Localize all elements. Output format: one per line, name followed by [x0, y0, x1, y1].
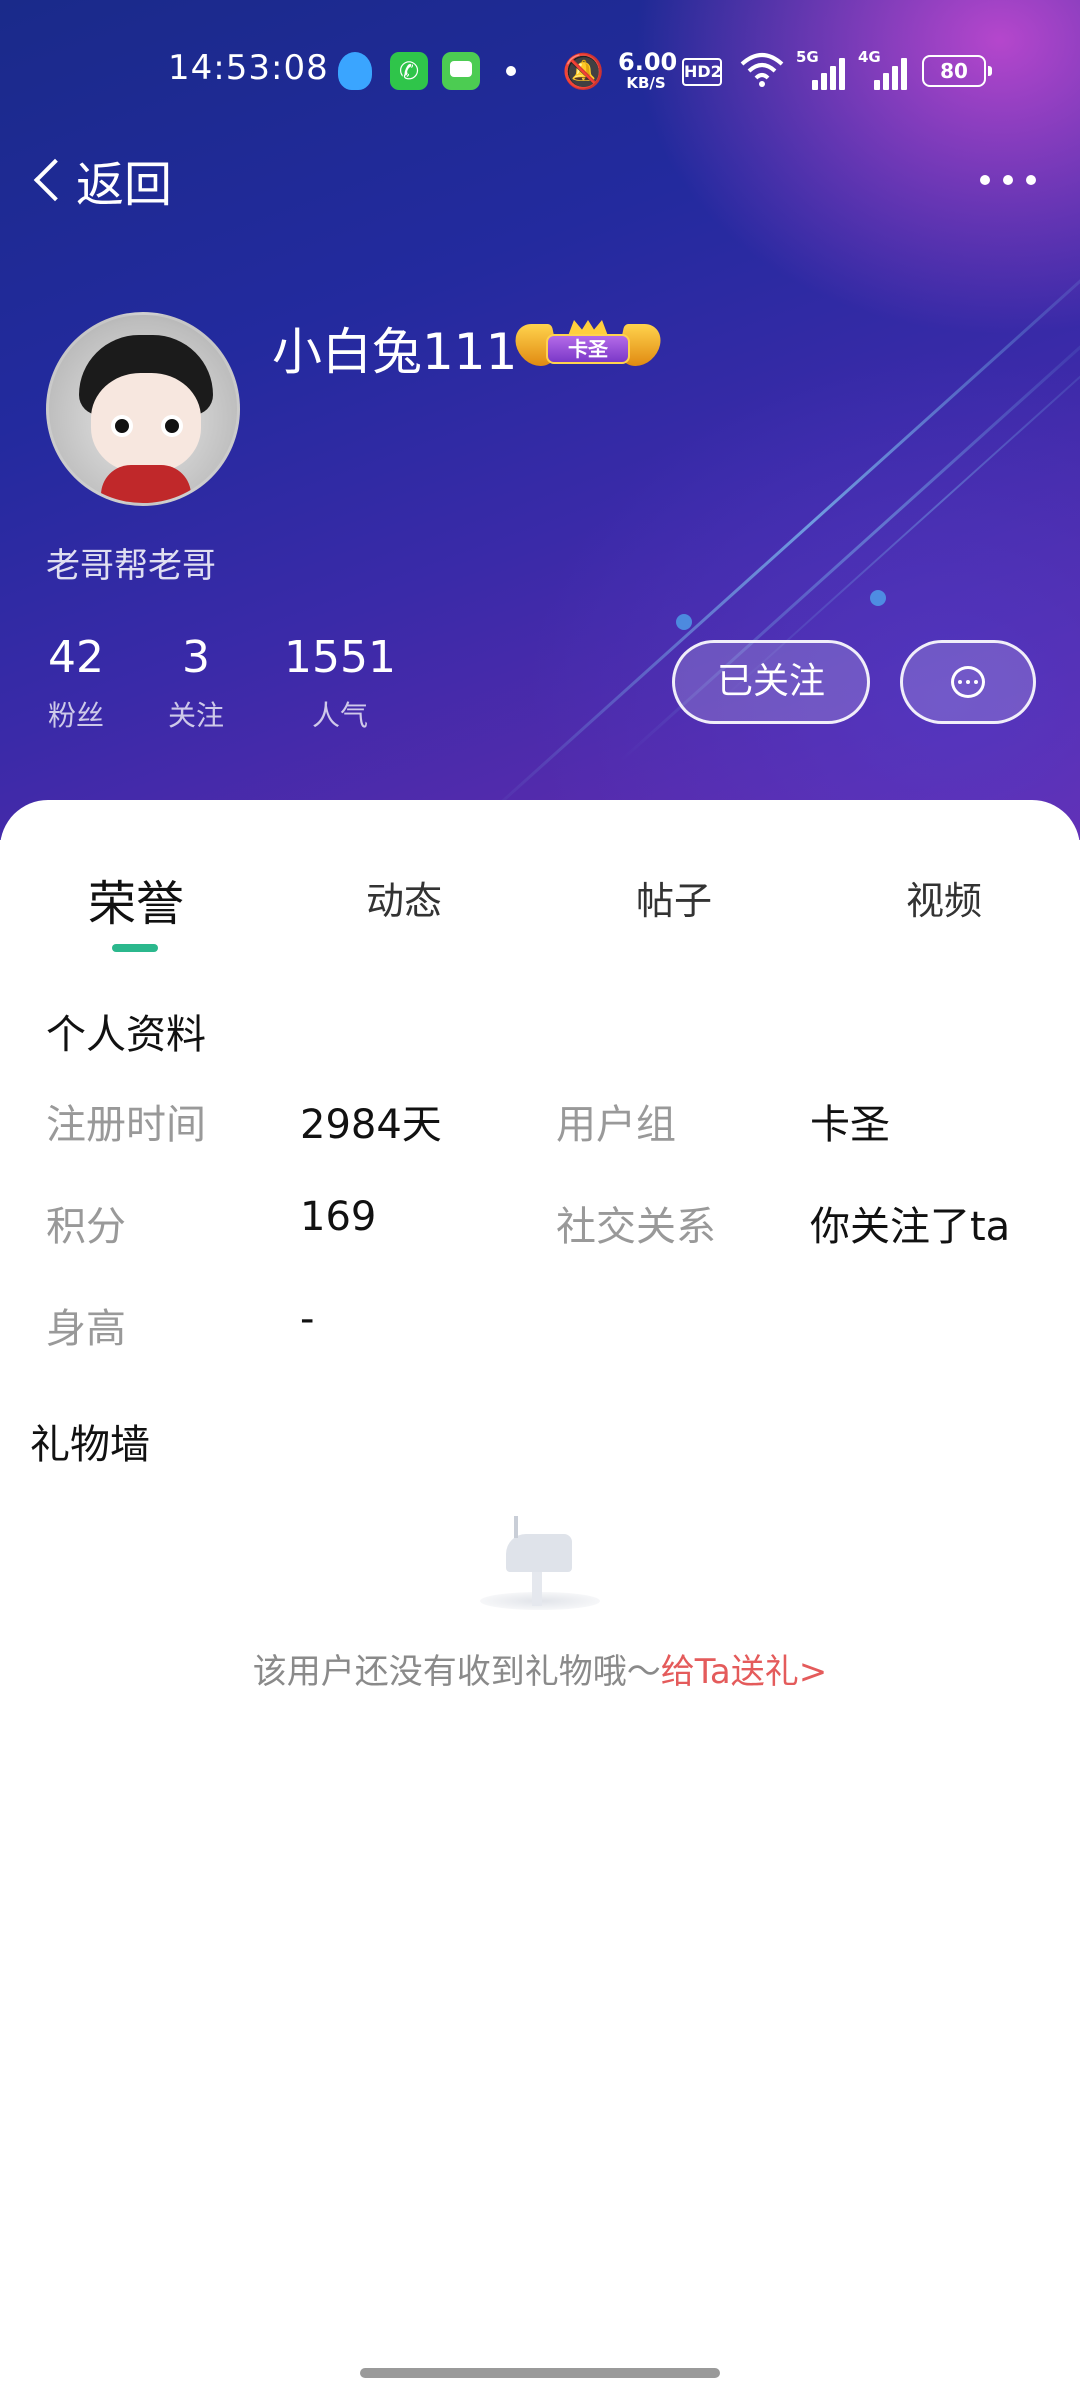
signal-icon: 5G	[796, 48, 846, 90]
gift-empty-message: 该用户还没有收到礼物哦～给Ta送礼>	[0, 1644, 1080, 1693]
field-label: 社交关系	[556, 1204, 716, 1250]
net-speed-unit: KB/S	[626, 74, 666, 92]
more-dots-icon	[1003, 175, 1013, 185]
stat-value: 1551	[284, 632, 396, 683]
field-label: 积分	[46, 1204, 126, 1250]
tab-videos[interactable]: 视频	[906, 870, 982, 925]
phone-icon: ✆	[390, 52, 428, 90]
stat-label: 粉丝	[47, 699, 104, 732]
stat-label: 关注	[167, 699, 224, 732]
field-value: 169	[300, 1194, 377, 1240]
mailbox-icon	[480, 1510, 600, 1610]
field-value: -	[300, 1296, 315, 1342]
stat-fans[interactable]: 42 粉丝	[40, 636, 112, 734]
field-value: 2984天	[300, 1102, 442, 1148]
tab-activity[interactable]: 动态	[366, 870, 442, 925]
gift-empty-text: 该用户还没有收到礼物哦～	[252, 1652, 661, 1692]
signal-icon: 4G	[858, 48, 908, 90]
active-tab-indicator	[112, 944, 158, 952]
stat-label: 人气	[311, 699, 368, 732]
net-speed-value: 6.00	[618, 48, 678, 76]
battery-icon: 80	[922, 55, 992, 87]
status-time: 14:53:08	[168, 48, 329, 88]
rank-badge[interactable]: 卡圣	[511, 320, 665, 370]
more-dots-icon	[1026, 175, 1036, 185]
personal-info-title: 个人资料	[46, 1012, 206, 1058]
field-label: 用户组	[556, 1102, 676, 1148]
status-bar: 14:53:08 ✆ 🔕 6.00 KB/S HD2 5G 4G 80	[0, 0, 1080, 140]
stat-value: 42	[48, 632, 104, 683]
user-motto: 老哥帮老哥	[46, 546, 216, 586]
message-icon	[442, 52, 480, 90]
chevron-left-icon	[33, 158, 77, 202]
more-options-button[interactable]	[980, 170, 1036, 190]
decor-glow-dot	[870, 590, 886, 606]
tab-honor[interactable]: 荣誉	[88, 864, 184, 934]
following-button[interactable]: 已关注	[672, 640, 870, 724]
stat-following[interactable]: 3 关注	[160, 636, 232, 734]
mute-icon: 🔕	[562, 52, 605, 92]
stat-value: 3	[182, 632, 210, 683]
field-label: 身高	[46, 1306, 126, 1352]
qq-icon	[338, 52, 372, 90]
more-dots-icon	[980, 175, 990, 185]
username: 小白兔111	[272, 323, 518, 381]
net-speed: 6.00 KB/S	[618, 48, 678, 92]
chat-bubble-icon	[951, 666, 985, 698]
field-label: 注册时间	[46, 1102, 206, 1148]
back-label: 返回	[76, 157, 173, 213]
field-value: 你关注了ta	[810, 1204, 1011, 1250]
field-value: 卡圣	[810, 1102, 890, 1148]
send-gift-link[interactable]: 给Ta送礼>	[661, 1652, 827, 1692]
hd-icon: HD2	[682, 58, 722, 86]
rank-badge-label: 卡圣	[546, 334, 630, 364]
decor-glow-dot	[676, 614, 692, 630]
back-button[interactable]: 返回	[28, 148, 173, 213]
wifi-icon	[740, 53, 784, 87]
decor-light-streak	[478, 218, 1080, 823]
chat-button[interactable]	[900, 640, 1036, 724]
tab-posts[interactable]: 帖子	[636, 870, 712, 925]
home-indicator[interactable]	[360, 2368, 720, 2378]
notification-dot-icon	[506, 66, 516, 76]
avatar[interactable]	[46, 312, 240, 506]
gift-wall-title: 礼物墙	[30, 1422, 150, 1468]
stat-popularity: 1551 人气	[284, 636, 396, 734]
